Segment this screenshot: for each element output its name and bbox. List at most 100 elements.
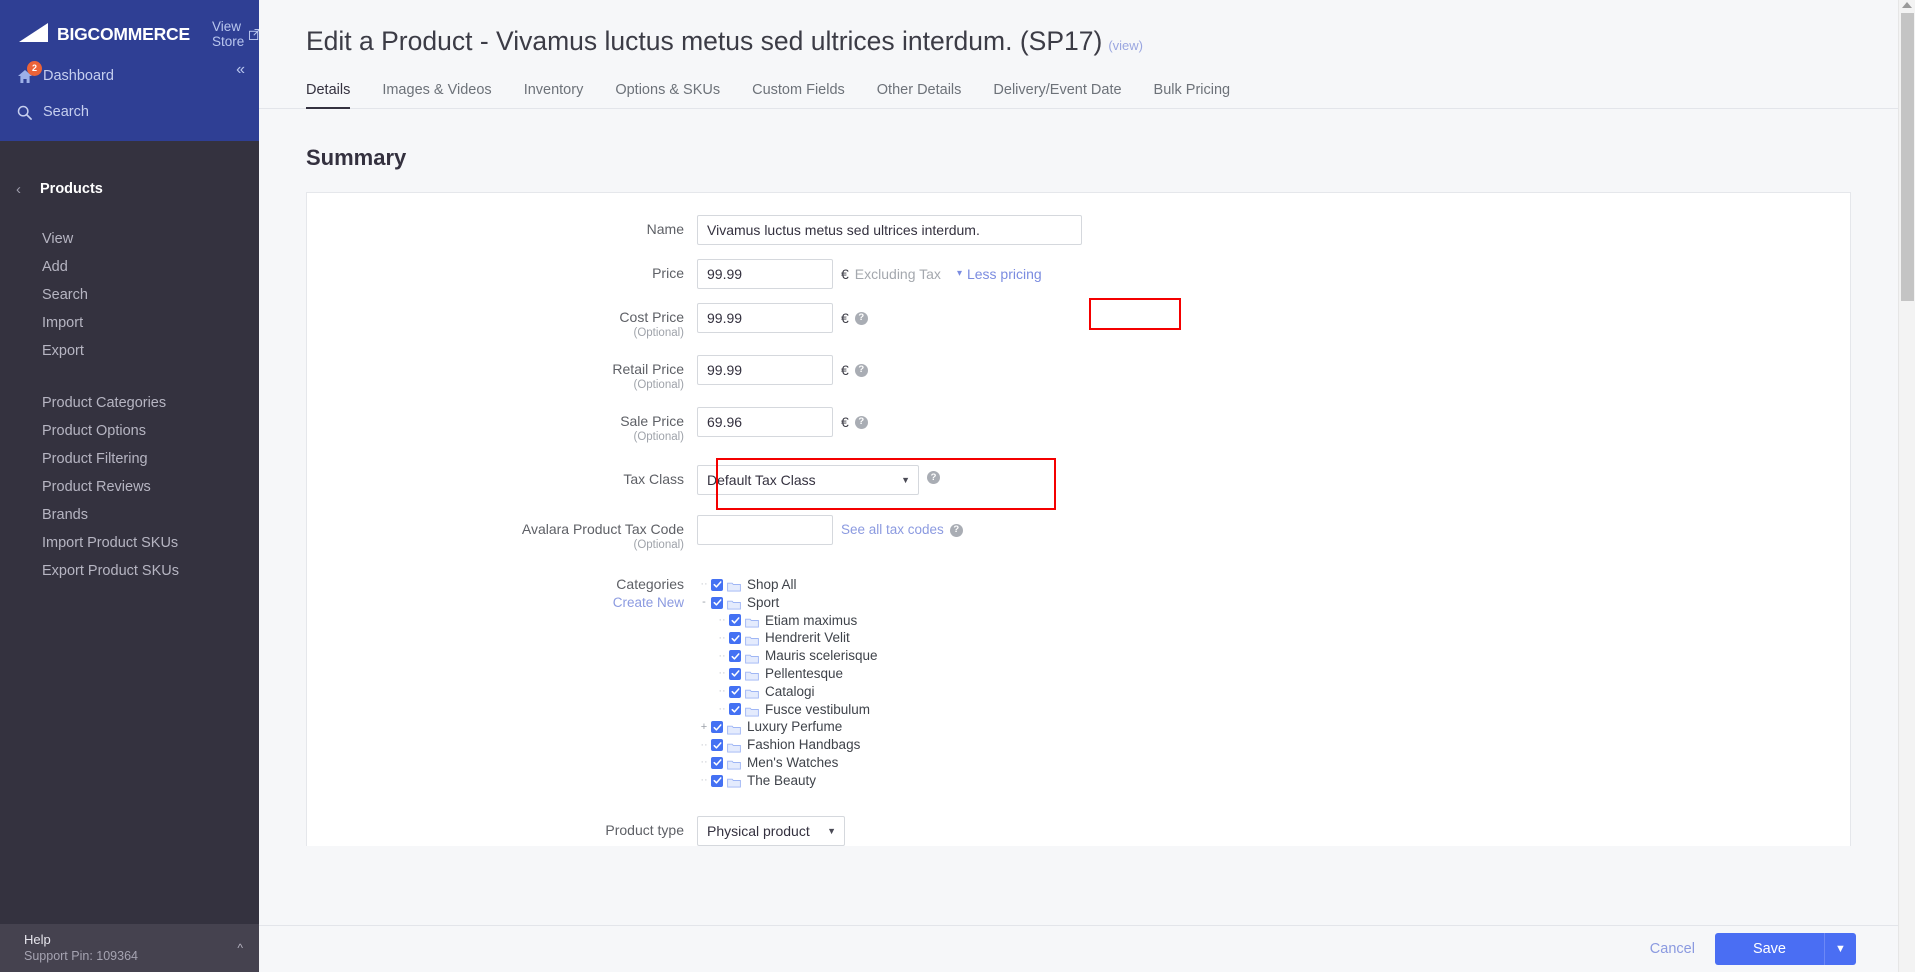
category-label: Catalogi — [765, 683, 815, 699]
tab-bar: Details Images & Videos Inventory Option… — [259, 74, 1898, 109]
category-tree-item[interactable]: ·· Catalogi — [697, 683, 878, 701]
scroll-up-arrow-icon[interactable] — [1902, 2, 1912, 8]
sidebar-item-import[interactable]: Import — [0, 309, 259, 337]
help-icon-cost-price[interactable]: ? — [854, 311, 868, 325]
sidebar-item-brands[interactable]: Brands — [0, 501, 259, 529]
view-product-link[interactable]: (view) — [1108, 38, 1143, 53]
expand-icon[interactable]: + — [697, 721, 711, 733]
dashboard-notification-badge: 2 — [27, 60, 42, 76]
chevron-down-icon: ▼ — [827, 825, 836, 836]
sidebar-item-product-reviews[interactable]: Product Reviews — [0, 473, 259, 501]
optional-sale-price: (Optional) — [633, 431, 685, 443]
tax-class-suffix: ? — [927, 465, 940, 484]
category-label: Fusce vestibulum — [765, 701, 871, 717]
category-checkbox[interactable] — [729, 685, 741, 698]
tax-class-select[interactable]: Default Tax Class ▼ — [697, 465, 919, 495]
tax-class-value: Default Tax Class — [707, 472, 816, 488]
sidebar-item-add[interactable]: Add — [0, 253, 259, 281]
category-checkbox[interactable] — [711, 578, 723, 591]
field-row-product-type: Product type Physical product ▼ — [307, 815, 1850, 846]
scrollbar-thumb[interactable] — [1901, 13, 1914, 301]
chevron-up-icon[interactable]: ^ — [237, 941, 243, 955]
sidebar-item-import-product-skus[interactable]: Import Product SKUs — [0, 529, 259, 557]
save-button[interactable]: Save — [1714, 933, 1824, 965]
sidebar-item-search[interactable]: Search — [0, 96, 259, 128]
retail-price-input[interactable] — [697, 355, 833, 385]
tab-bulk-pricing[interactable]: Bulk Pricing — [1138, 82, 1247, 108]
avalara-tax-code-input[interactable] — [697, 515, 833, 545]
category-checkbox[interactable] — [711, 596, 723, 609]
folder-icon — [727, 740, 741, 753]
view-store-link[interactable]: View Store — [212, 19, 261, 49]
less-pricing-toggle[interactable]: ▾ Less pricing — [957, 265, 1042, 283]
currency-symbol-retail-price: € — [841, 362, 849, 378]
tab-other-details[interactable]: Other Details — [861, 82, 978, 108]
help-icon-sale-price[interactable]: ? — [854, 415, 868, 429]
cancel-button[interactable]: Cancel — [1650, 941, 1695, 957]
sidebar-item-search-label: Search — [43, 104, 89, 120]
tab-details[interactable]: Details — [306, 82, 366, 109]
tab-options-skus[interactable]: Options & SKUs — [599, 82, 736, 108]
category-tree-item[interactable]: - Sport — [697, 594, 878, 612]
tab-delivery-event-date[interactable]: Delivery/Event Date — [977, 82, 1137, 108]
category-tree-item[interactable]: + Luxury Perfume — [697, 718, 878, 736]
help-icon-avalara[interactable]: ? — [949, 523, 963, 537]
category-checkbox[interactable] — [729, 632, 741, 645]
home-icon: 2 — [17, 60, 43, 84]
sidebar-item-product-filtering[interactable]: Product Filtering — [0, 445, 259, 473]
category-tree-item[interactable]: ·· Hendrerit Velit — [697, 629, 878, 647]
sidebar-item-search-products[interactable]: Search — [0, 281, 259, 309]
sale-price-suffix: € ? — [841, 407, 868, 431]
sidebar-item-dashboard[interactable]: 2 Dashboard — [0, 60, 259, 92]
category-tree-item[interactable]: ·· Etiam maximus — [697, 612, 878, 630]
sidebar-item-export-product-skus[interactable]: Export Product SKUs — [0, 557, 259, 585]
bigcommerce-logo-icon — [18, 22, 56, 46]
category-checkbox[interactable] — [729, 650, 741, 663]
sidebar-section-products[interactable]: ‹ Products — [0, 174, 259, 204]
collapse-icon[interactable]: - — [697, 597, 711, 608]
category-tree-item[interactable]: ·· Shop All — [697, 576, 878, 594]
product-type-select[interactable]: Physical product ▼ — [697, 815, 845, 846]
category-tree-item[interactable]: ·· Fusce vestibulum — [697, 701, 878, 719]
sidebar-collapse-icon[interactable]: « — [236, 62, 245, 78]
category-tree-item[interactable]: ·· Mauris scelerisque — [697, 647, 877, 665]
tab-images-videos[interactable]: Images & Videos — [366, 82, 507, 108]
price-input[interactable] — [697, 259, 833, 289]
see-all-tax-codes-link[interactable]: See all tax codes — [841, 521, 944, 539]
category-checkbox[interactable] — [711, 774, 723, 787]
category-checkbox[interactable] — [729, 667, 741, 680]
category-checkbox[interactable] — [729, 614, 741, 627]
category-tree-item[interactable]: ·· Men's Watches — [697, 754, 878, 772]
sale-price-input[interactable] — [697, 407, 833, 437]
category-checkbox[interactable] — [711, 721, 723, 734]
tab-inventory[interactable]: Inventory — [508, 82, 600, 108]
category-tree-item[interactable]: ·· The Beauty — [697, 772, 878, 790]
sidebar-item-product-categories[interactable]: Product Categories — [0, 389, 259, 417]
vertical-scrollbar[interactable] — [1898, 0, 1915, 972]
app-root: BIGCOMMERCE View Store 2 Dashboard Searc… — [0, 0, 1915, 972]
category-checkbox[interactable] — [711, 739, 723, 752]
create-new-category-link[interactable]: Create New — [307, 593, 684, 612]
help-icon-tax-class[interactable]: ? — [927, 471, 940, 484]
bigcommerce-logo[interactable]: BIGCOMMERCE — [18, 21, 190, 47]
sidebar-item-view[interactable]: View — [0, 225, 259, 253]
category-label: Etiam maximus — [765, 612, 858, 628]
save-options-dropdown-button[interactable]: ▼ — [1824, 933, 1856, 965]
category-tree-item[interactable]: ·· Fashion Handbags — [697, 736, 878, 754]
help-icon-retail-price[interactable]: ? — [854, 363, 868, 377]
category-tree-item[interactable]: ·· Pellentesque — [697, 665, 878, 683]
sidebar-item-export[interactable]: Export — [0, 337, 259, 365]
sidebar-help-panel[interactable]: Help Support Pin: 109364 ^ — [0, 924, 259, 972]
category-checkbox[interactable] — [711, 756, 723, 769]
sidebar-nav-secondary: Product Categories Product Options Produ… — [0, 389, 259, 585]
name-input[interactable] — [697, 215, 1082, 245]
category-checkbox[interactable] — [729, 703, 741, 716]
currency-symbol-sale-price: € — [841, 414, 849, 430]
currency-symbol-cost-price: € — [841, 310, 849, 326]
field-row-name: Name — [307, 215, 1850, 245]
cost-price-input[interactable] — [697, 303, 833, 333]
sidebar-item-product-options[interactable]: Product Options — [0, 417, 259, 445]
folder-icon — [727, 775, 741, 788]
label-categories: Categories Create New — [307, 573, 697, 612]
tab-custom-fields[interactable]: Custom Fields — [736, 82, 861, 108]
